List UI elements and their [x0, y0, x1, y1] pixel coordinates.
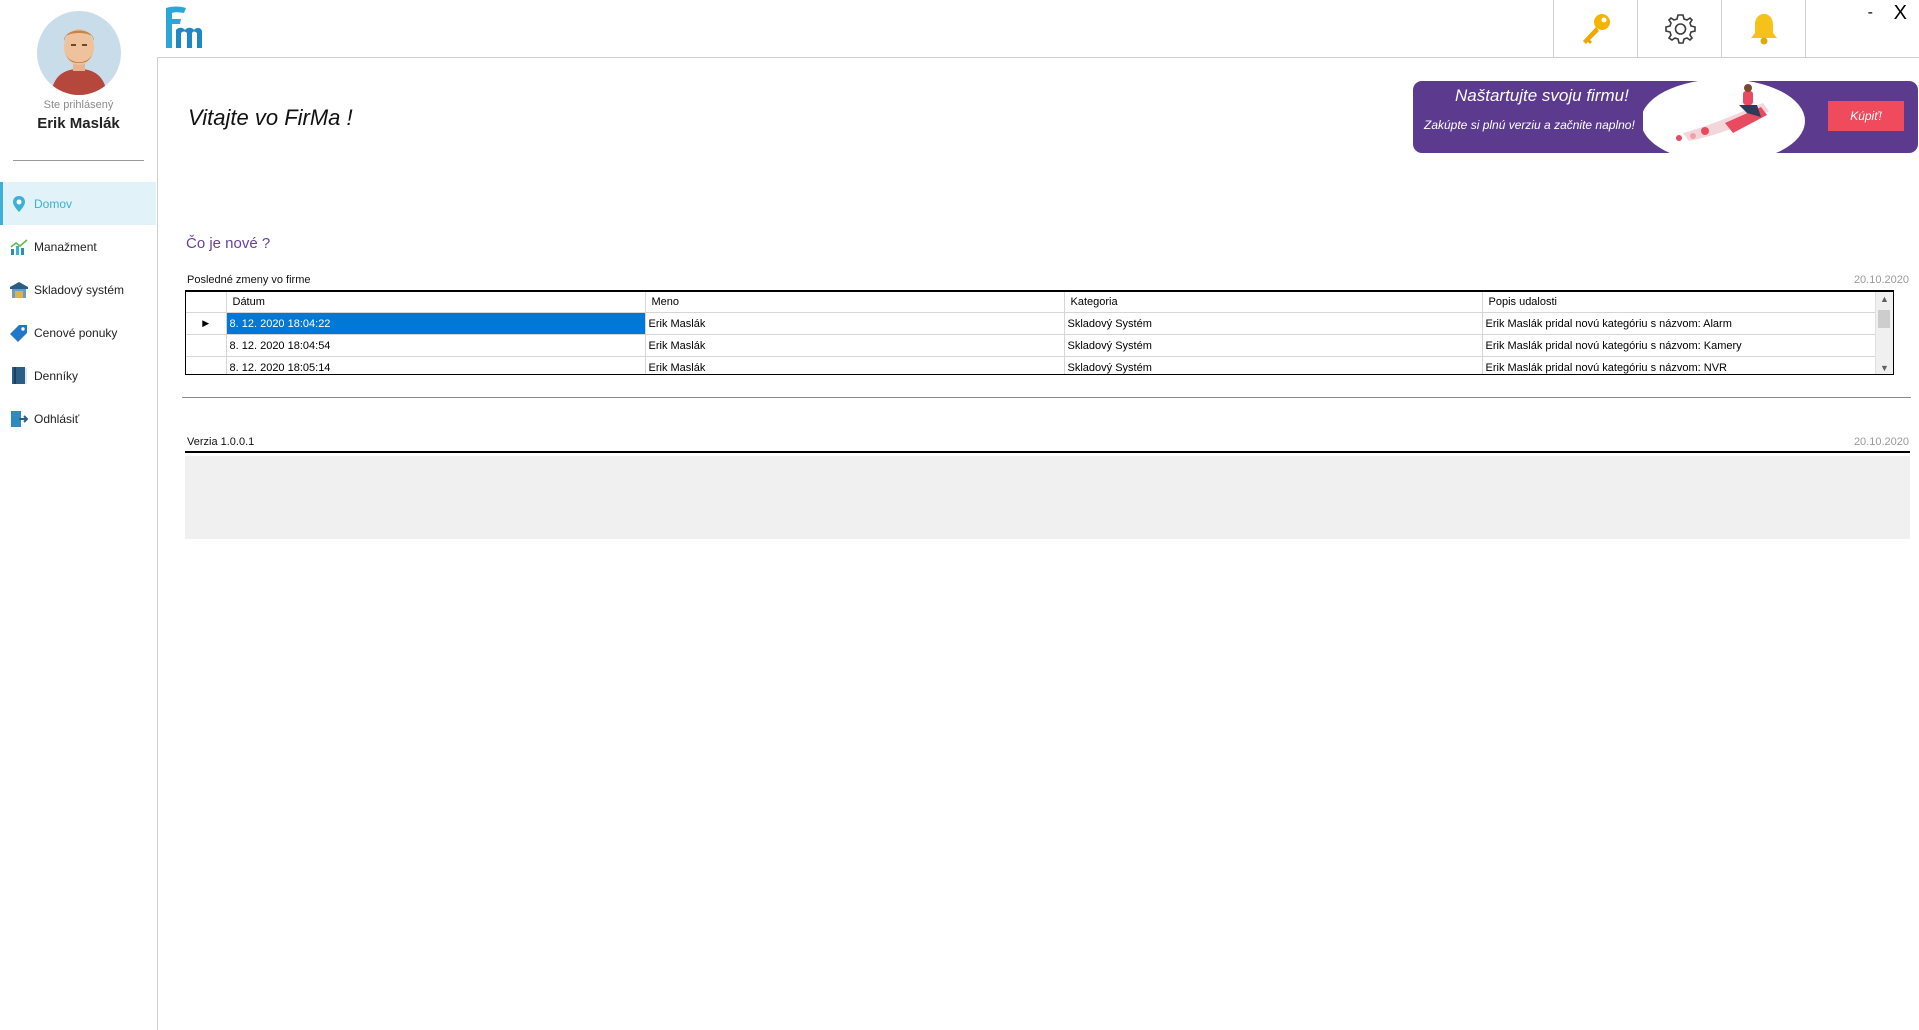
warehouse-icon	[10, 281, 28, 299]
bell-icon	[1750, 13, 1777, 44]
key-button[interactable]	[1553, 0, 1637, 57]
sidebar-nav: Domov Manažment Skladový systém Cenové p…	[0, 182, 156, 440]
promo-subtitle: Zakúpte si plnú verziu a začnite naplno!	[1424, 118, 1635, 132]
sidebar-divider	[13, 160, 144, 161]
sidebar-item-label: Manažment	[34, 239, 97, 254]
sidebar-item-label: Odhlásiť	[34, 411, 80, 426]
gear-icon	[1664, 13, 1696, 44]
notifications-button[interactable]	[1721, 0, 1805, 57]
version-label: Verzia 1.0.0.1	[187, 436, 255, 448]
scroll-down-icon[interactable]: ▼	[1876, 363, 1893, 373]
minimize-button[interactable]: -	[1868, 4, 1873, 22]
sidebar-item-skladovy-system[interactable]: Skladový systém	[0, 268, 156, 311]
cell-datum[interactable]: 8. 12. 2020 18:05:14	[226, 356, 646, 374]
sidebar-item-odhlasit[interactable]: Odhlásiť	[0, 397, 156, 440]
book-icon	[10, 366, 28, 385]
sidebar-item-denniky[interactable]: Denníky	[0, 354, 156, 397]
promo-banner[interactable]: Naštartujte svoju firmu! Zakúpte si plnú…	[1413, 81, 1918, 153]
top-bar: - X	[157, 0, 1919, 58]
avatar[interactable]	[37, 11, 121, 95]
sidebar-item-label: Cenové ponuky	[34, 325, 118, 340]
table-row[interactable]: 8. 12. 2020 18:04:54 Erik Maslák Skladov…	[186, 334, 1876, 357]
column-header-popis[interactable]: Popis udalosti	[1482, 292, 1876, 313]
section-divider	[182, 397, 1911, 398]
vertical-scrollbar[interactable]: ▲ ▼	[1875, 292, 1893, 374]
column-header-datum[interactable]: Dátum	[226, 292, 646, 313]
table-row[interactable]: 8. 12. 2020 18:05:14 Erik Maslák Skladov…	[186, 356, 1876, 374]
cell-popis[interactable]: Erik Maslák pridal novú kategóriu s názv…	[1482, 312, 1876, 335]
sidebar-item-label: Denníky	[34, 368, 79, 383]
cell-datum[interactable]: 8. 12. 2020 18:04:54	[226, 334, 646, 357]
recent-changes-label: Posledné zmeny vo firme	[187, 274, 311, 286]
version-date: 20.10.2020	[1853, 436, 1909, 448]
rocket-illustration	[1643, 81, 1805, 153]
user-name: Erik Maslák	[37, 115, 120, 132]
sidebar: Ste prihlásený Erik Maslák Domov Manažme…	[0, 0, 158, 1030]
chart-icon	[10, 238, 28, 256]
version-notes-panel	[185, 456, 1910, 539]
cell-kategoria[interactable]: Skladový Systém	[1064, 334, 1483, 357]
recent-changes-date: 20.10.2020	[1853, 274, 1909, 286]
app-logo	[164, 4, 204, 52]
cell-datum[interactable]: 8. 12. 2020 18:04:22	[226, 312, 646, 335]
user-avatar-icon	[51, 29, 107, 95]
pin-icon	[10, 195, 28, 213]
row-header[interactable]	[186, 334, 227, 357]
row-selector-arrow-icon[interactable]: ▶	[186, 312, 227, 335]
settings-button[interactable]	[1637, 0, 1721, 57]
row-header-corner	[186, 292, 227, 313]
recent-changes-grid[interactable]: Dátum Meno Kategoria Popis udalosti ▶ 8.…	[185, 290, 1894, 375]
version-divider	[185, 451, 1910, 453]
logout-icon	[10, 410, 28, 428]
cell-kategoria[interactable]: Skladový Systém	[1064, 312, 1483, 335]
cell-kategoria[interactable]: Skladový Systém	[1064, 356, 1483, 374]
cell-popis[interactable]: Erik Maslák pridal novú kategóriu s názv…	[1482, 334, 1876, 357]
sidebar-item-domov[interactable]: Domov	[0, 182, 156, 225]
cell-meno[interactable]: Erik Maslák	[645, 356, 1065, 374]
table-row[interactable]: ▶ 8. 12. 2020 18:04:22 Erik Maslák Sklad…	[186, 312, 1876, 335]
sidebar-item-label: Skladový systém	[34, 282, 125, 297]
tag-icon	[10, 324, 28, 342]
grid-header-row: Dátum Meno Kategoria Popis udalosti	[186, 292, 1876, 313]
cell-popis[interactable]: Erik Maslák pridal novú kategóriu s názv…	[1482, 356, 1876, 374]
sidebar-item-label: Domov	[34, 196, 73, 211]
buy-button[interactable]: Kúpiť!	[1828, 101, 1904, 131]
cell-meno[interactable]: Erik Maslák	[645, 334, 1065, 357]
scroll-up-icon[interactable]: ▲	[1876, 294, 1893, 304]
row-header[interactable]	[186, 356, 227, 374]
cell-meno[interactable]: Erik Maslák	[645, 312, 1065, 335]
whats-new-heading: Čo je nové ?	[186, 235, 271, 252]
column-header-kategoria[interactable]: Kategoria	[1064, 292, 1483, 313]
welcome-heading: Vitajte vo FirMa !	[188, 105, 353, 130]
logged-in-label: Ste prihlásený	[43, 99, 114, 111]
column-header-meno[interactable]: Meno	[645, 292, 1065, 313]
promo-title: Naštartujte svoju firmu!	[1455, 86, 1629, 105]
sidebar-item-cenove-ponuky[interactable]: Cenové ponuky	[0, 311, 156, 354]
key-icon	[1582, 13, 1610, 44]
close-button[interactable]: X	[1894, 2, 1907, 25]
sidebar-item-manazment[interactable]: Manažment	[0, 225, 156, 268]
scroll-thumb[interactable]	[1878, 310, 1890, 328]
